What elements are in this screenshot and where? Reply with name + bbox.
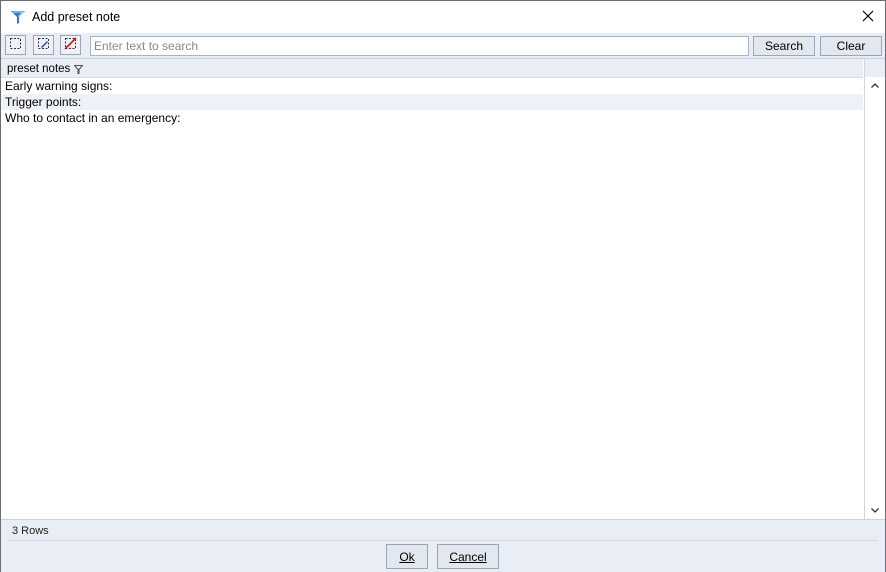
ok-button-label: Ok xyxy=(399,549,415,564)
select-all-icon xyxy=(9,37,22,53)
footer-divider xyxy=(8,540,878,541)
dialog-window: Add preset note Enter text to search Sea… xyxy=(0,0,886,572)
close-icon[interactable] xyxy=(862,10,874,25)
ok-button[interactable]: Ok xyxy=(386,544,428,569)
search-button[interactable]: Search xyxy=(753,36,815,56)
scroll-down-button[interactable] xyxy=(869,505,881,517)
chevron-down-icon xyxy=(870,504,880,518)
deselect-icon xyxy=(64,37,77,53)
search-input[interactable] xyxy=(90,36,749,56)
column-header[interactable]: preset notes xyxy=(1,59,863,78)
footer-bar: 3 Rows Ok Cancel xyxy=(1,519,885,572)
cancel-button-label: Cancel xyxy=(449,549,487,564)
scrollbar-header xyxy=(865,59,885,77)
list-item-label: Trigger points: xyxy=(5,95,82,109)
app-logo-icon xyxy=(10,9,26,25)
close-button[interactable] xyxy=(851,1,885,33)
list-item-label: Who to contact in an emergency: xyxy=(5,111,181,125)
list-item[interactable]: Early warning signs: xyxy=(1,78,863,94)
column-header-label: preset notes xyxy=(7,63,71,75)
list-item[interactable]: Who to contact in an emergency: xyxy=(1,110,863,126)
list-item-label: Early warning signs: xyxy=(5,79,113,93)
chevron-up-icon xyxy=(870,80,880,94)
toolbar: Search Clear xyxy=(1,33,885,59)
scroll-up-button[interactable] xyxy=(869,81,881,93)
cancel-button[interactable]: Cancel xyxy=(437,544,499,569)
clear-button-label: Clear xyxy=(836,39,866,53)
deselect-button[interactable] xyxy=(60,35,81,55)
select-all-button[interactable] xyxy=(5,35,26,55)
title-bar: Add preset note xyxy=(1,1,885,33)
search-button-label: Search xyxy=(764,39,804,53)
filter-icon[interactable] xyxy=(73,63,84,74)
dialog-title: Add preset note xyxy=(32,10,121,24)
list-item[interactable]: Trigger points: xyxy=(1,94,863,110)
clear-button[interactable]: Clear xyxy=(820,36,882,56)
vertical-scrollbar[interactable] xyxy=(864,59,885,519)
select-edit-icon xyxy=(37,37,50,53)
row-count: 3 Rows xyxy=(12,525,49,537)
grid-body: Early warning signs: Trigger points: Who… xyxy=(1,78,863,518)
select-edit-button[interactable] xyxy=(33,35,54,55)
